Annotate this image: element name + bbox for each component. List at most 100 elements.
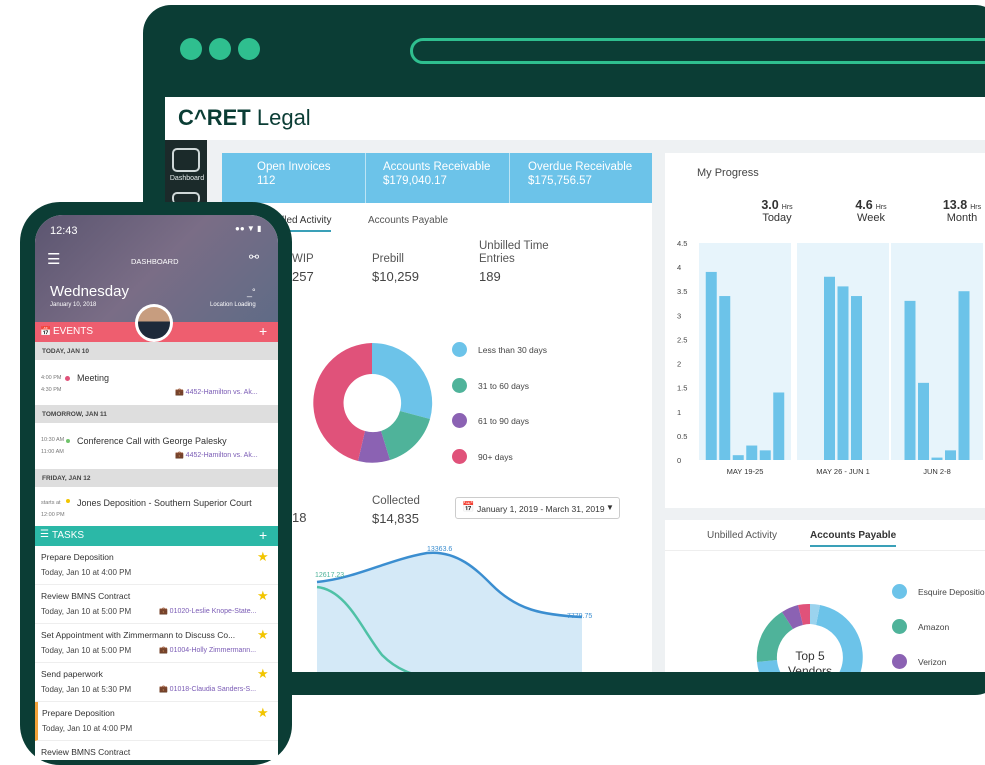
star-icon[interactable]: ★ bbox=[257, 627, 269, 643]
partial-metric-value: 18 bbox=[292, 510, 307, 525]
my-progress-card: My Progress 3.0 Hrs Today 4.6 Hrs Week 13.… bbox=[665, 153, 985, 508]
case-link[interactable]: 💼 4452-Hamilton vs. Ak... bbox=[175, 451, 258, 459]
date-text: January 10, 2018 bbox=[50, 302, 97, 308]
vendors-center-subtitle: Vendors bbox=[788, 664, 832, 672]
window-dot bbox=[209, 38, 231, 60]
app-header: C^RET Legal bbox=[165, 97, 985, 141]
bar bbox=[824, 276, 835, 460]
bar bbox=[732, 455, 744, 460]
y-tick-label: 1.5 bbox=[677, 384, 687, 393]
bar bbox=[931, 457, 943, 460]
header-title: DASHBOARD bbox=[131, 257, 179, 266]
bar bbox=[851, 296, 862, 460]
divider bbox=[509, 153, 510, 203]
case-link[interactable]: 💼 01020-Leslie Knope-State... bbox=[159, 607, 256, 615]
star-icon[interactable]: ★ bbox=[257, 549, 269, 565]
calendar-icon: 📅 bbox=[462, 502, 475, 513]
divider bbox=[665, 550, 985, 551]
collected-label: Collected bbox=[372, 495, 420, 507]
add-event-button[interactable]: + bbox=[259, 323, 267, 339]
day-header: TODAY, JAN 10 bbox=[35, 342, 278, 360]
stat-open-invoices[interactable]: Open Invoices 112 bbox=[257, 161, 331, 187]
date-range-select[interactable]: 📅 January 1, 2019 - March 31, 2019 ▼ bbox=[455, 497, 620, 519]
bar bbox=[904, 300, 916, 460]
legend-swatch bbox=[892, 654, 907, 669]
task-item[interactable]: Prepare Deposition Today, Jan 10 at 4:00… bbox=[35, 546, 278, 585]
bar bbox=[746, 445, 758, 460]
y-tick-label: 2.5 bbox=[677, 335, 687, 344]
event-dot bbox=[66, 439, 70, 443]
vendors-center-title: Top 5 bbox=[795, 649, 825, 663]
legend-label: Less than 30 days bbox=[478, 345, 547, 355]
vendors-donut-chart: Top 5 Vendors bbox=[756, 603, 863, 672]
bar bbox=[719, 296, 731, 460]
tab-unbilled-activity[interactable]: Unbilled Activity bbox=[707, 530, 777, 541]
day-name: Wednesday bbox=[50, 283, 129, 300]
day-header: FRIDAY, JAN 12 bbox=[35, 469, 278, 487]
legend-swatch bbox=[452, 378, 467, 393]
case-link[interactable]: 💼 01004-Holly Zimmermann... bbox=[159, 646, 256, 654]
wip-value: 257 bbox=[292, 269, 314, 284]
case-link[interactable]: 💼 4452-Hamilton vs. Ak... bbox=[175, 388, 258, 396]
trend-label: 12617.23 bbox=[315, 572, 344, 579]
y-tick-label: 3.5 bbox=[677, 287, 687, 296]
event-item-deposition[interactable]: starts at 12:00 PM Jones Deposition - So… bbox=[35, 487, 278, 522]
bar bbox=[705, 271, 717, 460]
donut-slice-less-30 bbox=[372, 342, 433, 419]
address-bar[interactable] bbox=[410, 38, 985, 64]
donut-slice-31-60 bbox=[381, 411, 430, 460]
legend-swatch bbox=[452, 413, 467, 428]
task-item[interactable]: Set Appointment with Zimmermann to Discu… bbox=[35, 624, 278, 663]
menu-icon[interactable]: ☰ bbox=[47, 250, 60, 268]
list-icon: ☰ bbox=[40, 529, 49, 540]
y-tick-label: 1 bbox=[677, 408, 681, 417]
stat-accounts-receivable[interactable]: Accounts Receivable $179,040.17 bbox=[383, 161, 490, 187]
y-tick-label: 0 bbox=[677, 456, 681, 465]
tasks-title: TASKS bbox=[52, 530, 85, 541]
calendar-icon: 📅 bbox=[40, 326, 52, 336]
bar bbox=[773, 392, 785, 460]
status-time: 12:43 bbox=[50, 225, 78, 237]
tasks-section-header: ☰ TASKS + bbox=[35, 526, 278, 546]
star-icon[interactable]: ★ bbox=[257, 666, 269, 682]
add-task-button[interactable]: + bbox=[259, 527, 267, 543]
bar bbox=[945, 450, 956, 460]
case-link[interactable]: 💼 01018-Claudia Sanders-S... bbox=[159, 685, 256, 693]
progress-title: My Progress bbox=[697, 167, 759, 179]
dashboard-content: Open Invoices 112 Accounts Receivable $179… bbox=[207, 140, 985, 672]
legend-label: 90+ days bbox=[478, 452, 513, 462]
x-category-label: MAY 19-25 bbox=[727, 467, 764, 476]
unbilled-label: Entries bbox=[479, 253, 515, 265]
progress-stat-month: 13.8 Hrs Month bbox=[942, 198, 982, 224]
task-item[interactable]: Prepare Deposition Today, Jan 10 at 4:00… bbox=[35, 702, 278, 741]
status-icons: ●● ▼ ▮ bbox=[235, 224, 262, 233]
window-dot bbox=[180, 38, 202, 60]
event-item-meeting[interactable]: 4:00 PM 4:30 PM Meeting 💼 4452-Hamilton … bbox=[35, 360, 278, 402]
task-item[interactable]: Review BMNS Contract Today, Jan 10 at 5:… bbox=[35, 585, 278, 624]
temperature: _° bbox=[247, 287, 256, 297]
y-tick-label: 0.5 bbox=[677, 432, 687, 441]
legend-label: 31 to 60 days bbox=[478, 381, 530, 391]
events-title: EVENTS bbox=[53, 326, 94, 337]
legend-swatch bbox=[452, 342, 467, 357]
location-text: Location Loading bbox=[210, 302, 256, 308]
tab-accounts-payable[interactable]: Accounts Payable bbox=[368, 215, 448, 226]
y-tick-label: 3 bbox=[677, 311, 681, 320]
prebill-label: Prebill bbox=[372, 253, 404, 265]
unbilled-label: Unbilled Time bbox=[479, 240, 549, 252]
legend-swatch bbox=[892, 619, 907, 634]
rss-icon[interactable]: ⚯ bbox=[249, 250, 259, 264]
star-icon[interactable]: ★ bbox=[257, 588, 269, 604]
avatar[interactable] bbox=[135, 304, 173, 342]
nav-label-dashboard[interactable]: Dashboard bbox=[167, 175, 207, 182]
tab-accounts-payable[interactable]: Accounts Payable bbox=[810, 530, 897, 547]
divider bbox=[365, 153, 366, 203]
task-item[interactable]: Review BMNS Contract bbox=[35, 741, 278, 760]
y-tick-label: 4 bbox=[677, 263, 681, 272]
event-item-conference-call[interactable]: 10:30 AM 11:00 AM Conference Call with G… bbox=[35, 423, 278, 466]
task-item[interactable]: Send paperwork Today, Jan 10 at 5:30 PM … bbox=[35, 663, 278, 702]
wip-label: WIP bbox=[292, 253, 314, 265]
stat-overdue-receivable[interactable]: Overdue Receivable $175,756.57 bbox=[528, 161, 632, 187]
star-icon[interactable]: ★ bbox=[257, 705, 269, 721]
dashboard-icon[interactable] bbox=[172, 148, 200, 172]
